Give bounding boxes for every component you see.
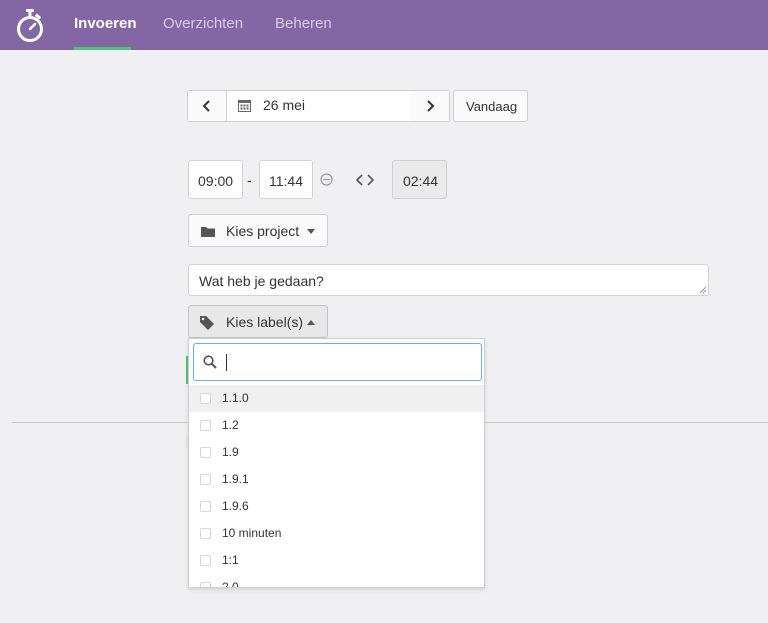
chevron-right-icon	[427, 100, 435, 112]
text-cursor	[226, 354, 227, 371]
project-select[interactable]: Kies project	[188, 214, 328, 247]
label-option[interactable]: 1.9.1	[189, 466, 484, 493]
label-option-text: 10 minuten	[222, 526, 282, 540]
label-option-text: 1.9.1	[222, 472, 249, 486]
label-option[interactable]: 1.9.6	[189, 493, 484, 520]
label-option-text: 1.1.0	[222, 391, 249, 405]
nav-tab-beheren[interactable]: Beheren	[275, 15, 332, 32]
active-tab-indicator	[74, 47, 131, 50]
folder-icon	[201, 227, 215, 237]
checkbox[interactable]	[200, 582, 211, 587]
label-option-text: 1.9.6	[222, 499, 249, 513]
duration-value: 02:44	[403, 173, 439, 189]
search-icon	[203, 355, 217, 369]
time-separator: -	[247, 172, 252, 188]
label-select[interactable]: Kies label(s)	[188, 305, 328, 338]
label-option[interactable]: 1.2	[189, 412, 484, 439]
today-label: Vandaag	[466, 99, 518, 114]
today-button[interactable]: Vandaag	[453, 90, 528, 122]
checkbox[interactable]	[200, 555, 211, 566]
description-textarea[interactable]: Wat heb je gedaan?	[188, 264, 709, 296]
top-navbar: Invoeren Overzichten Beheren	[0, 0, 768, 50]
current-date[interactable]: 26 mei	[263, 97, 305, 113]
calendar-icon	[238, 100, 251, 112]
label-option[interactable]: 10 minuten	[189, 520, 484, 547]
next-day-button[interactable]	[411, 91, 449, 121]
label-search-input[interactable]	[193, 343, 482, 381]
description-placeholder: Wat heb je gedaan?	[199, 273, 324, 289]
divider	[226, 91, 227, 121]
label-option[interactable]: 2.0	[189, 574, 484, 588]
stopwatch-logo-icon[interactable]	[15, 9, 45, 43]
start-time-value: 09:00	[198, 173, 234, 189]
label-select-text: Kies label(s)	[226, 314, 304, 330]
label-option[interactable]: 1.1.0	[189, 385, 484, 412]
checkbox[interactable]	[200, 420, 211, 431]
swap-arrows-icon[interactable]	[356, 174, 374, 186]
resize-handle-icon[interactable]	[699, 286, 706, 293]
label-dropdown: 1.1.0 1.2 1.9 1.9.1 1.9.6 10 minuten 1:1…	[188, 338, 485, 588]
duration-field[interactable]: 02:44	[392, 160, 447, 199]
start-time-input[interactable]: 09:00	[188, 160, 243, 199]
label-option[interactable]: 1.9	[189, 439, 484, 466]
caret-down-icon	[307, 229, 315, 234]
clock-icon[interactable]	[320, 173, 333, 186]
project-select-label: Kies project	[226, 223, 300, 239]
chevron-left-icon	[202, 100, 210, 112]
caret-up-icon	[307, 320, 315, 325]
tag-icon	[200, 316, 214, 330]
label-option-text: 2.0	[222, 580, 239, 588]
checkbox[interactable]	[200, 447, 211, 458]
checkbox[interactable]	[200, 528, 211, 539]
prev-day-button[interactable]	[188, 91, 226, 121]
checkbox[interactable]	[200, 474, 211, 485]
nav-tab-invoeren[interactable]: Invoeren	[74, 15, 137, 32]
label-option-text: 1:1	[222, 553, 239, 567]
nav-tab-overzichten[interactable]: Overzichten	[163, 15, 243, 32]
checkbox[interactable]	[200, 501, 211, 512]
label-option[interactable]: 1:1	[189, 547, 484, 574]
checkbox[interactable]	[200, 393, 211, 404]
label-option-text: 1.9	[222, 445, 239, 459]
label-option-text: 1.2	[222, 418, 239, 432]
end-time-input[interactable]: 11:44	[259, 160, 313, 199]
end-time-value: 11:44	[269, 173, 303, 189]
